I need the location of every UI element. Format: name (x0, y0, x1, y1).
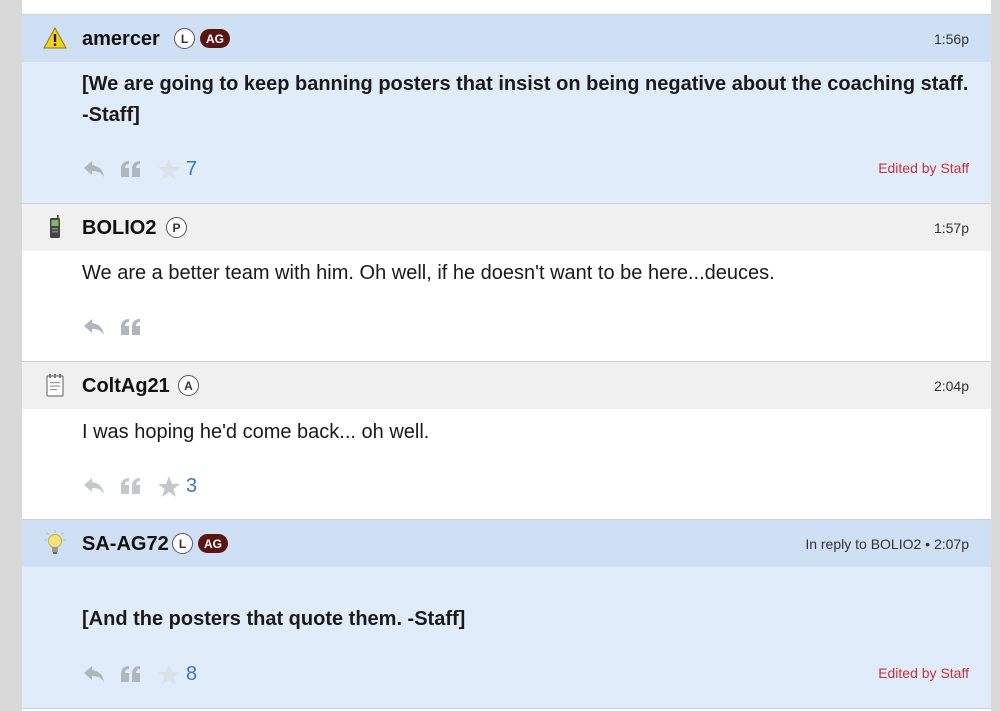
user-badges: L AG (172, 533, 228, 554)
quote-icon[interactable] (118, 477, 144, 495)
phone-icon[interactable] (42, 214, 68, 240)
previous-post-edge (22, 0, 991, 15)
username[interactable]: amercer (82, 27, 160, 51)
lightbulb-icon[interactable] (42, 530, 68, 556)
reply-icon[interactable] (82, 318, 106, 336)
reply-icon[interactable] (82, 665, 106, 683)
star-icon[interactable] (156, 663, 182, 686)
post-timestamp[interactable]: 2:04p (934, 378, 969, 394)
post-timestamp[interactable]: In reply to BOLIO2 • 2:07p (805, 536, 969, 552)
post-header: amercer L AG 1:56p (22, 15, 991, 62)
post-staff-amercer: amercer L AG 1:56p [We are going to keep… (22, 15, 991, 204)
post-header: ColtAg21 A 2:04p (22, 362, 991, 409)
username[interactable]: SA-AG72 (82, 532, 169, 556)
badge-ag: AG (198, 534, 228, 553)
post-coltag21: ColtAg21 A 2:04p I was hoping he'd come … (22, 362, 991, 520)
post-actions: 8 (82, 661, 197, 687)
post-staff-sa-ag72: SA-AG72 L AG In reply to BOLIO2 • 2:07p … (22, 520, 991, 709)
user-badges: L AG (174, 28, 230, 49)
star-icon[interactable] (156, 158, 182, 181)
star-count[interactable]: 7 (186, 156, 197, 182)
post-actions (82, 314, 156, 340)
post-header: SA-AG72 L AG In reply to BOLIO2 • 2:07p (22, 520, 991, 567)
quote-icon[interactable] (118, 318, 144, 336)
warning-icon[interactable] (42, 25, 68, 51)
star-count[interactable]: 3 (186, 473, 197, 499)
reply-icon[interactable] (82, 477, 106, 495)
star-icon[interactable] (156, 475, 182, 498)
badge-p: P (166, 217, 187, 238)
notepad-icon[interactable] (42, 372, 68, 398)
badge-ag: AG (200, 29, 230, 48)
quote-icon[interactable] (118, 665, 144, 683)
reply-icon[interactable] (82, 160, 106, 178)
badge-a: A (178, 375, 199, 396)
quote-icon[interactable] (118, 160, 144, 178)
post-body: I was hoping he'd come back... oh well. (82, 421, 430, 443)
post-timestamp[interactable]: 1:56p (934, 31, 969, 47)
username[interactable]: BOLIO2 (82, 216, 156, 240)
edited-by-label: Edited by Staff (878, 665, 969, 681)
thread-column: amercer L AG 1:56p [We are going to keep… (22, 0, 991, 711)
post-header: BOLIO2 P 1:57p (22, 204, 991, 251)
user-badges: A (178, 375, 199, 396)
post-bolio2: BOLIO2 P 1:57p We are a better team with… (22, 204, 991, 362)
user-badges: P (166, 217, 187, 238)
post-actions: 7 (82, 156, 197, 182)
badge-l: L (172, 533, 193, 554)
badge-l: L (174, 28, 195, 49)
star-count[interactable]: 8 (186, 661, 197, 687)
username[interactable]: ColtAg21 (82, 374, 170, 398)
post-body: [We are going to keep banning posters th… (82, 73, 969, 126)
edited-by-label: Edited by Staff (878, 160, 969, 176)
post-body: We are a better team with him. Oh well, … (82, 262, 775, 284)
post-body: [And the posters that quote them. -Staff… (82, 608, 466, 630)
post-timestamp[interactable]: 1:57p (934, 220, 969, 236)
post-actions: 3 (82, 473, 197, 499)
